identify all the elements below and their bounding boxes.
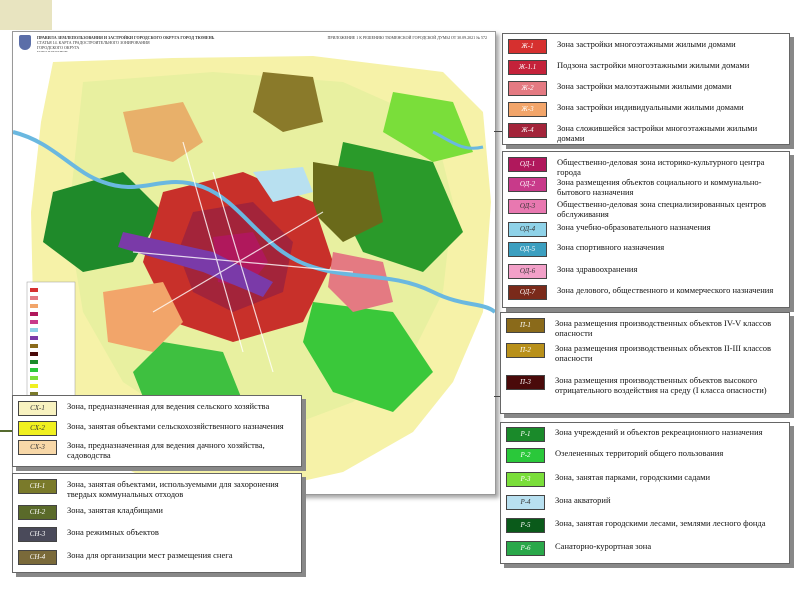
zone-label: Зона, предназначенная для ведения дачног… [67, 440, 265, 460]
zone-label: Зона учебно-образовательного назначения [557, 222, 711, 232]
zone-swatch: СН-2 [18, 505, 57, 520]
zone-swatch: Ж-3 [508, 102, 547, 117]
zone-swatch: Р-4 [506, 495, 545, 510]
zone-swatch: П-3 [506, 375, 545, 390]
legend-agricultural: СХ-1 Зона, предназначенная для ведения се… [12, 395, 302, 467]
zone-swatch: ОД-5 [508, 242, 547, 257]
legend-special: СН-1 Зона, занятая объектами, используемы… [12, 473, 302, 573]
zone-label: Зона делового, общественного и коммерчес… [557, 285, 774, 295]
zone-swatch: Ж-1.1 [508, 60, 547, 75]
zone-swatch: П-1 [506, 318, 545, 333]
zone-swatch: СН-4 [18, 550, 57, 565]
zone-label: Зона, занятая парками, городскими садами [555, 472, 711, 482]
zone-label: Зона застройки малоэтажными жилыми домам… [557, 81, 732, 91]
slide-corner-accent [0, 0, 52, 30]
zone-swatch: СН-1 [18, 479, 57, 494]
zone-label: Зона размещения объектов социального и к… [557, 177, 762, 197]
zone-label: Зона, предназначенная для ведения сельск… [67, 401, 270, 411]
zone-swatch: Р-2 [506, 448, 545, 463]
zone-label: Подзона застройки многоэтажными жилыми д… [557, 60, 750, 70]
zone-swatch: СН-3 [18, 527, 57, 542]
zone-label: Зона застройки многоэтажными жилыми дома… [557, 39, 736, 49]
zone-swatch: Р-3 [506, 472, 545, 487]
city-crest-icon [19, 35, 31, 50]
legend-public: ОД-1 Общественно-деловая зона историко-ку… [502, 151, 790, 308]
zone-label: Зона, занятая объектами, используемыми д… [67, 479, 279, 499]
zone-swatch: ОД-4 [508, 222, 547, 237]
zone-swatch: Р-5 [506, 518, 545, 533]
zone-swatch: П-2 [506, 343, 545, 358]
zone-label: Зона для организации мест размещения сне… [67, 550, 233, 560]
zone-swatch: ОД-1 [508, 157, 547, 172]
zone-swatch: ОД-7 [508, 285, 547, 300]
zone-label: Зона акваторий [555, 495, 611, 505]
zone-label: Общественно-деловая зона историко-культу… [557, 157, 765, 177]
zone-label: Зона, занятая объектами сельскохозяйстве… [67, 421, 284, 431]
zone-label: Санаторно-курортная зона [555, 541, 652, 551]
zone-swatch: ОД-2 [508, 177, 547, 192]
zone-label: Зона сложившейся застройки многоэтажными… [557, 123, 758, 143]
zone-swatch: ОД-3 [508, 199, 547, 214]
zone-swatch: СХ-3 [18, 440, 57, 455]
map-appendix-note: ПРИЛОЖЕНИЕ 1 К РЕШЕНИЮ ТЮМЕНСКОЙ ГОРОДСК… [327, 35, 487, 40]
zone-label: Зона учреждений и объектов рекреационног… [555, 427, 763, 437]
zone-swatch: Ж-4 [508, 123, 547, 138]
zone-label: Общественно-деловая зона специализирован… [557, 199, 766, 219]
zone-swatch: СХ-2 [18, 421, 57, 436]
slide-accent-line [0, 430, 12, 432]
zone-label: Зона здравоохранения [557, 264, 638, 274]
legend-industrial: П-1 Зона размещения производственных объе… [500, 312, 790, 414]
zone-label: Зона, занятая городскими лесами, землями… [555, 518, 766, 528]
zone-label: Зона размещения производственных объекто… [555, 375, 767, 395]
zone-label: Зона режимных объектов [67, 527, 159, 537]
zone-swatch: СХ-1 [18, 401, 57, 416]
zone-swatch: Ж-2 [508, 81, 547, 96]
zone-swatch: ОД-6 [508, 264, 547, 279]
legend-recreation: Р-1 Зона учреждений и объектов рекреацион… [500, 422, 790, 564]
connector-line [494, 131, 502, 132]
zone-label: Зона размещения производственных объекто… [555, 318, 772, 338]
zone-label: Зона спортивного назначения [557, 242, 665, 252]
zone-label: Зона размещения производственных объекто… [555, 343, 772, 363]
zone-label: Зона застройки индивидуальными жилыми до… [557, 102, 744, 112]
zone-swatch: Ж-1 [508, 39, 547, 54]
zone-label: Озелененных территорий общего пользовани… [555, 448, 724, 458]
zone-swatch: Р-6 [506, 541, 545, 556]
zone-label: Зона, занятая кладбищами [67, 505, 163, 515]
legend-residential: Ж-1 Зона застройки многоэтажными жилыми д… [502, 33, 790, 145]
zone-swatch: Р-1 [506, 427, 545, 442]
